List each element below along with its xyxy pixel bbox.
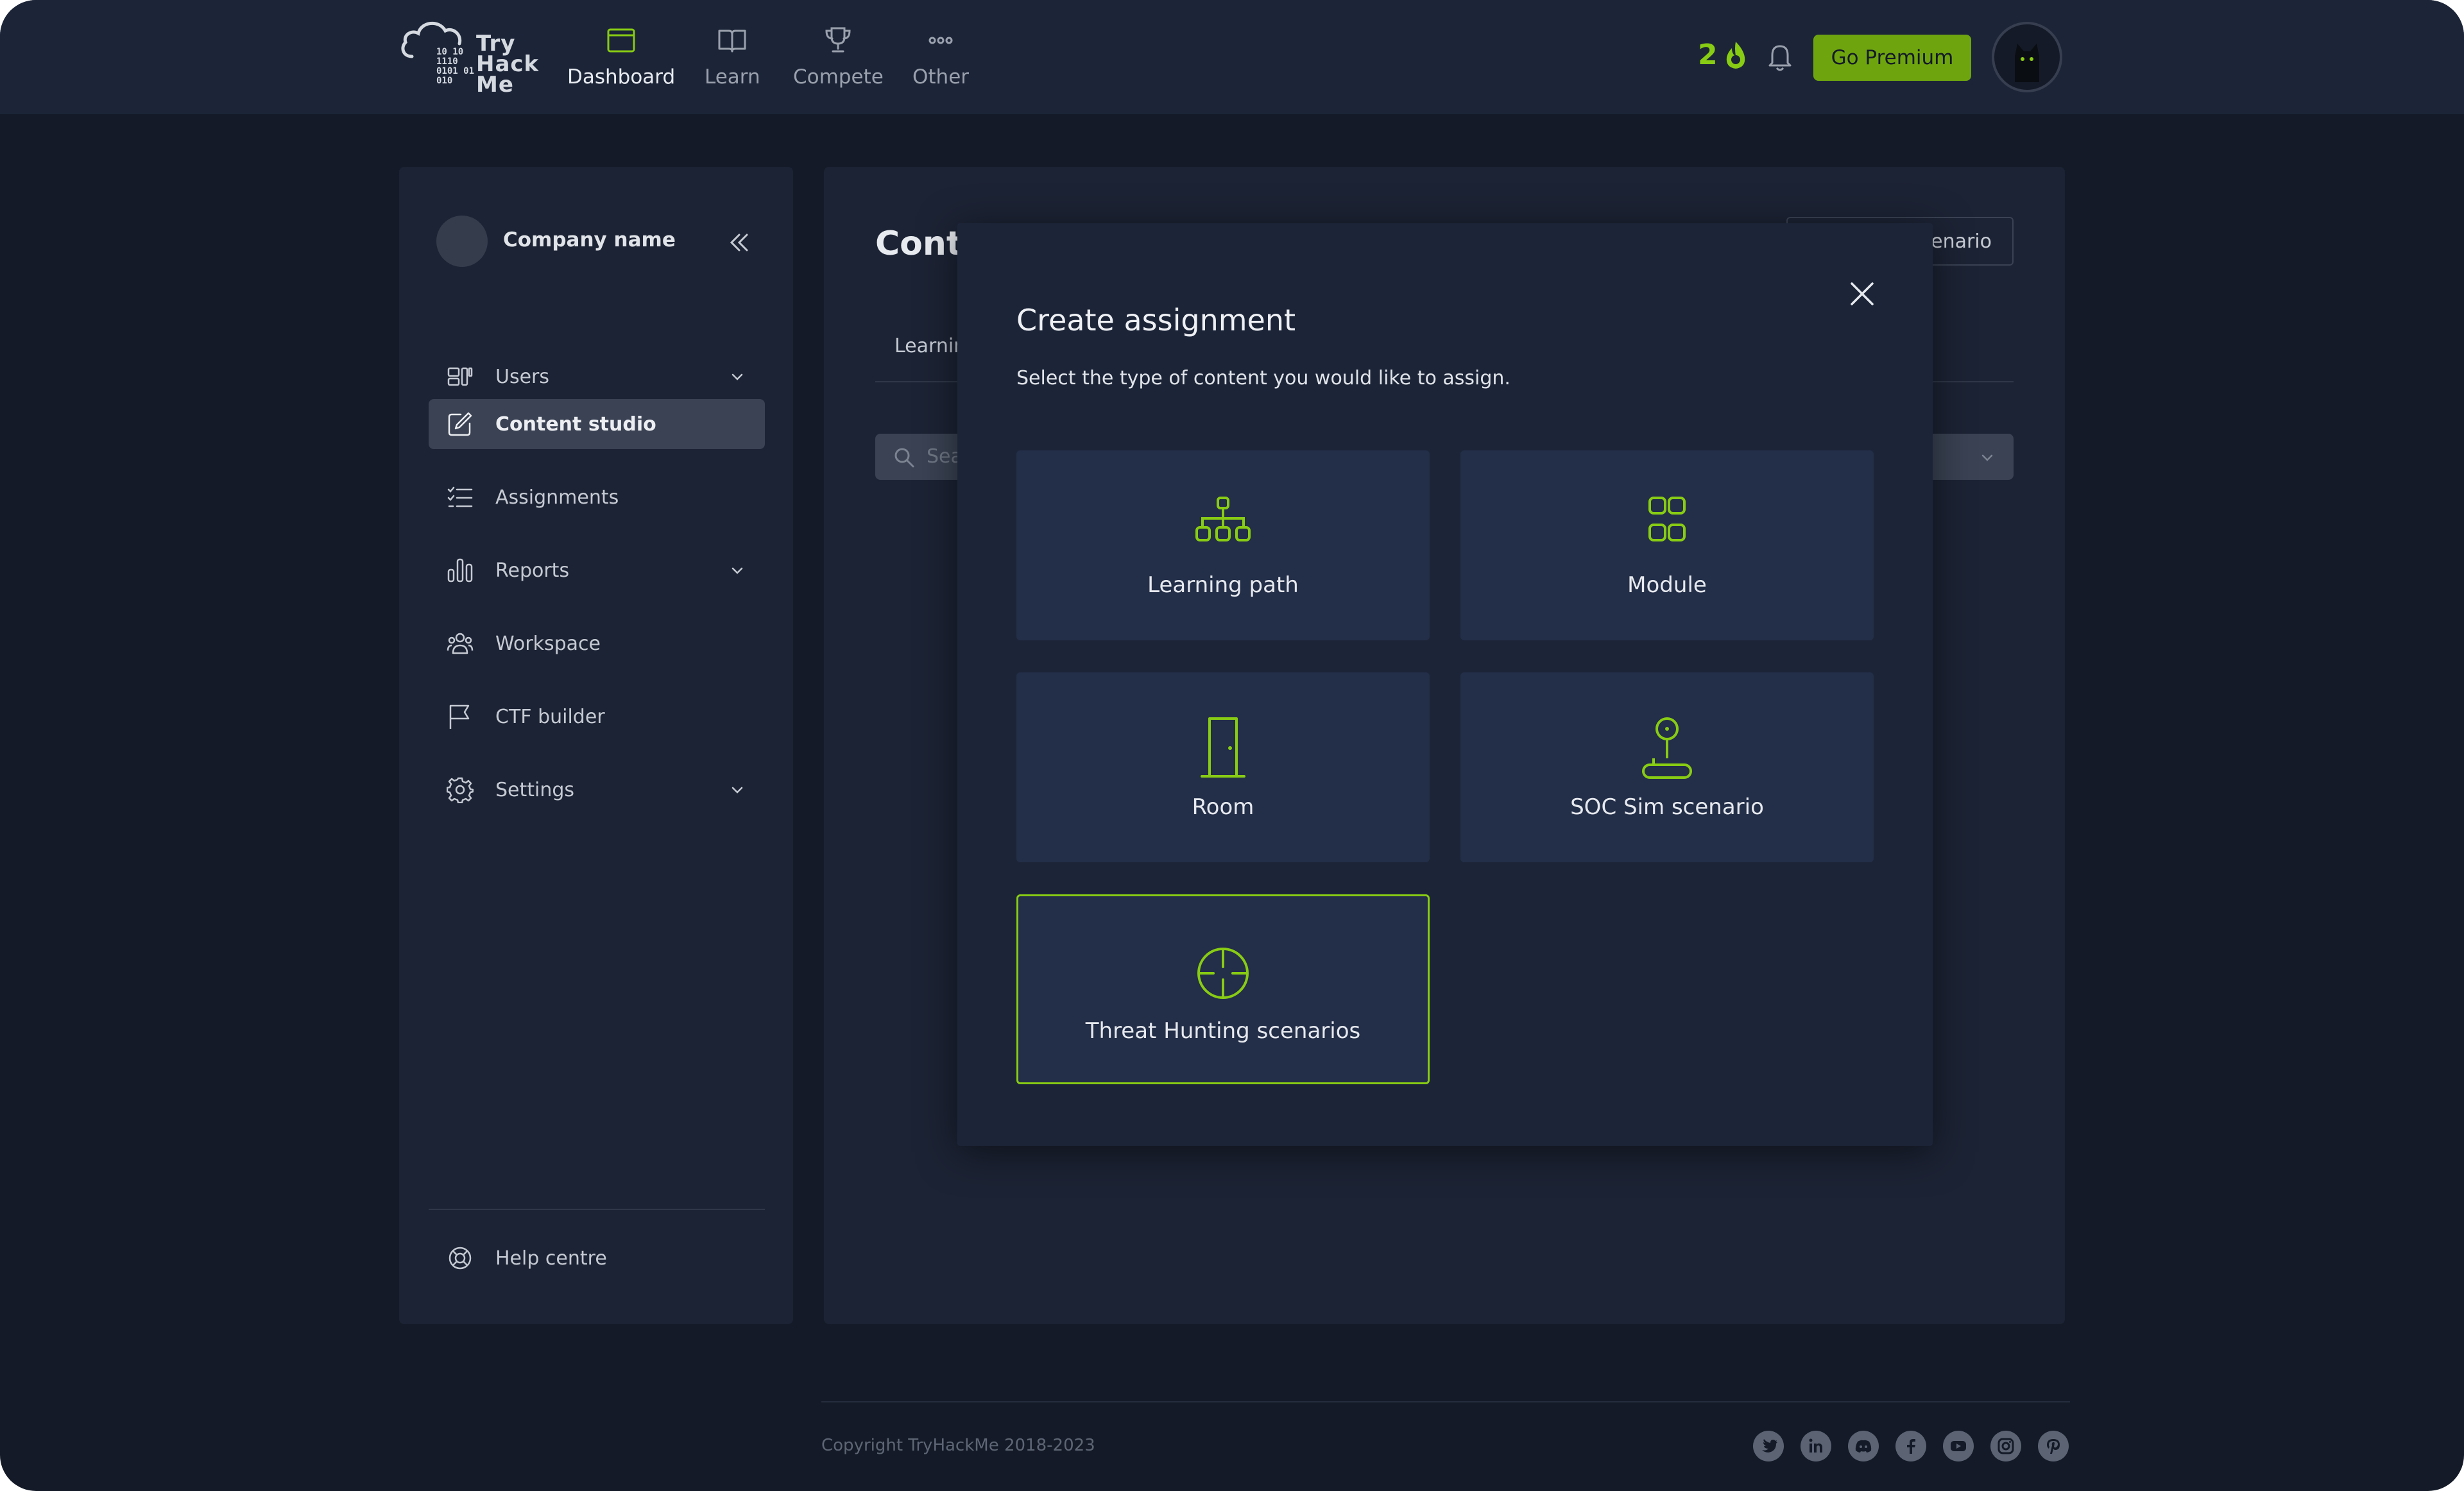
sidebar-item-ctf-builder[interactable]: CTF builder	[429, 692, 765, 742]
cat-avatar-icon	[2015, 44, 2039, 82]
chevron-down-icon	[732, 373, 743, 380]
option-module[interactable]: Module	[1460, 450, 1874, 640]
team-icon	[447, 633, 474, 654]
sidebar-item-label: Reports	[495, 559, 570, 582]
search-icon	[894, 448, 914, 468]
linkedin-icon[interactable]	[1801, 1431, 1831, 1461]
nav-learn-label: Learn	[705, 65, 760, 89]
chevron-down-icon	[732, 567, 743, 574]
modal-subtitle: Select the type of content you would lik…	[1016, 367, 1510, 389]
user-avatar[interactable]	[1992, 22, 2062, 92]
pinterest-icon[interactable]	[2038, 1431, 2069, 1461]
sidebar-item-settings[interactable]: Settings	[429, 765, 765, 815]
sidebar-item-label: Assignments	[495, 486, 619, 509]
close-icon[interactable]	[1849, 281, 1875, 307]
youtube-icon[interactable]	[1943, 1431, 1974, 1461]
chevron-down-icon	[732, 787, 743, 794]
sidebar-item-users[interactable]: Users	[429, 352, 765, 402]
nav-dashboard-label: Dashboard	[567, 65, 676, 89]
streak-counter[interactable]: 2	[1698, 38, 1750, 71]
option-label: Learning path	[1147, 572, 1299, 598]
option-learning-path[interactable]: Learning path	[1016, 450, 1430, 640]
nav-other[interactable]: Other	[912, 24, 969, 95]
logo-wordmark: Try Hack Me	[476, 31, 540, 98]
sidebar-item-help-centre[interactable]: Help centre	[429, 1233, 765, 1283]
copyright-text: Copyright TryHackMe 2018-2023	[821, 1436, 1095, 1455]
sidebar-item-label: Help centre	[495, 1247, 607, 1270]
grid-icon	[1648, 497, 1686, 541]
discord-icon[interactable]	[1848, 1431, 1879, 1461]
users-icon	[447, 367, 473, 386]
sidebar-item-content-studio[interactable]: Content studio	[429, 399, 765, 449]
sidebar-item-label: Users	[495, 365, 550, 388]
top-nav: 10 10 1110 0101 01 010 Try Hack Me Dashb…	[0, 0, 2464, 114]
tab-learning[interactable]: Learnin	[894, 335, 966, 357]
option-label: Module	[1627, 572, 1707, 598]
modal-title: Create assignment	[1016, 303, 1296, 337]
nav-compete[interactable]: Compete	[793, 24, 884, 95]
crosshair-icon	[1197, 948, 1249, 999]
more-dots-icon	[928, 37, 953, 44]
sidebar: Company name Users Content studio Assign…	[399, 167, 793, 1324]
streak-count: 2	[1698, 38, 1718, 71]
go-premium-button[interactable]: Go Premium	[1813, 35, 1971, 81]
instagram-icon[interactable]	[1990, 1431, 2021, 1461]
chevron-down-icon	[1981, 454, 1993, 461]
option-room[interactable]: Room	[1016, 672, 1430, 862]
nav-dashboard[interactable]: Dashboard	[567, 24, 675, 95]
option-soc-sim-scenario[interactable]: SOC Sim scenario	[1460, 672, 1874, 862]
app-window: 10 10 1110 0101 01 010 Try Hack Me Dashb…	[0, 0, 2464, 1491]
edit-icon	[448, 412, 472, 436]
joystick-icon	[1642, 717, 1692, 779]
bell-icon[interactable]	[1766, 42, 1794, 73]
sidebar-item-workspace[interactable]: Workspace	[429, 618, 765, 669]
trophy-icon	[825, 27, 851, 53]
checklist-icon	[447, 486, 473, 507]
sidebar-item-label: Content studio	[495, 413, 656, 436]
sidebar-item-reports[interactable]: Reports	[429, 545, 765, 595]
sidebar-item-assignments[interactable]: Assignments	[429, 472, 765, 522]
sidebar-divider	[429, 1209, 765, 1210]
nav-other-label: Other	[912, 65, 970, 89]
sidebar-item-label: CTF builder	[495, 705, 605, 728]
book-icon	[718, 30, 746, 53]
footer-divider	[821, 1401, 2070, 1402]
flame-icon	[1726, 41, 1745, 69]
tryhackme-logo[interactable]: 10 10 1110 0101 01 010 Try Hack Me	[399, 15, 540, 99]
nav-learn[interactable]: Learn	[705, 24, 760, 95]
facebook-icon[interactable]	[1895, 1431, 1926, 1461]
lifebuoy-icon	[449, 1247, 472, 1270]
gear-icon	[447, 777, 474, 803]
company-name: Company name	[503, 228, 676, 251]
door-icon	[1201, 717, 1245, 778]
dashboard-icon	[607, 28, 635, 53]
create-scenario-label: enario	[1931, 230, 1992, 253]
sidebar-item-label: Settings	[495, 778, 575, 801]
option-label: Threat Hunting scenarios	[1085, 1018, 1361, 1044]
company-avatar	[436, 216, 488, 267]
nav-compete-label: Compete	[793, 65, 884, 89]
create-assignment-modal: Create assignment Select the type of con…	[957, 223, 1933, 1146]
option-threat-hunting-scenarios[interactable]: Threat Hunting scenarios	[1016, 894, 1430, 1084]
option-label: Room	[1192, 794, 1254, 820]
option-label: SOC Sim scenario	[1570, 794, 1764, 820]
logo-binary: 10 10 1110 0101 01 010	[436, 47, 475, 86]
twitter-icon[interactable]	[1753, 1431, 1784, 1461]
sidebar-item-label: Workspace	[495, 632, 601, 655]
hierarchy-icon	[1195, 497, 1251, 541]
bar-chart-icon	[447, 558, 473, 583]
collapse-sidebar-icon[interactable]	[726, 230, 752, 255]
flag-icon	[449, 704, 470, 729]
